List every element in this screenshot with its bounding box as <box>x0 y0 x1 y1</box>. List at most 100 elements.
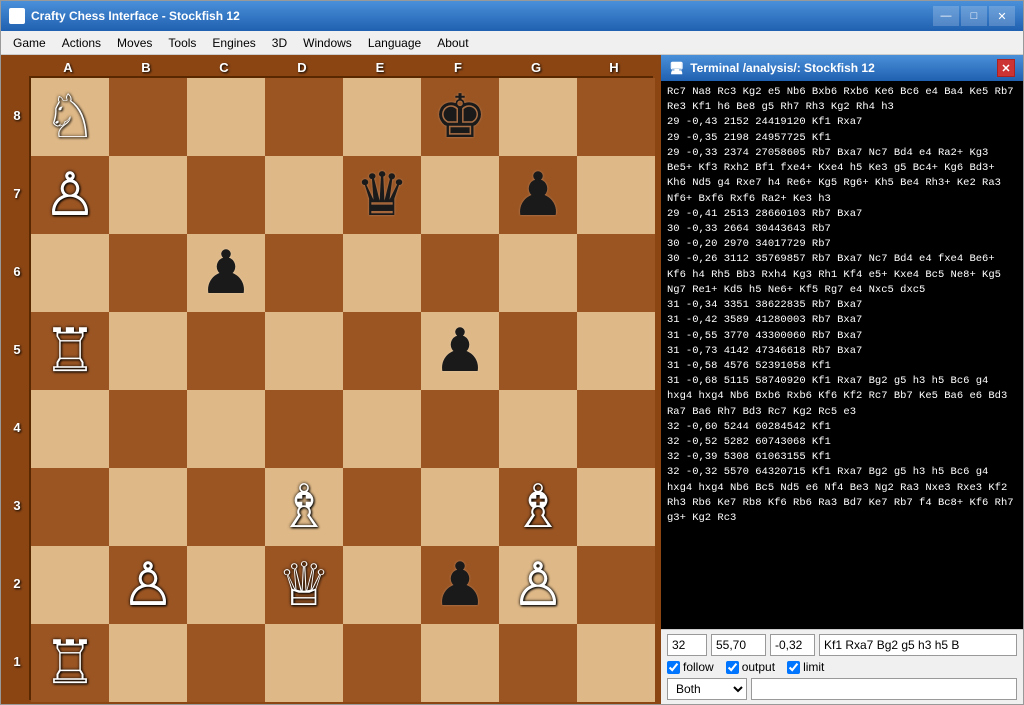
square-a7[interactable]: ♙ <box>31 156 109 234</box>
square-h2[interactable] <box>577 546 655 624</box>
white-piece-d2[interactable]: ♕ <box>277 555 331 615</box>
square-d5[interactable] <box>265 312 343 390</box>
square-f8[interactable]: ♚ <box>421 78 499 156</box>
square-b4[interactable] <box>109 390 187 468</box>
square-g7[interactable]: ♟ <box>499 156 577 234</box>
square-h4[interactable] <box>577 390 655 468</box>
menu-about[interactable]: About <box>429 34 476 52</box>
square-c2[interactable] <box>187 546 265 624</box>
maximize-button[interactable]: □ <box>961 6 987 26</box>
output-checkbox[interactable] <box>726 661 739 674</box>
square-a5[interactable]: ♖ <box>31 312 109 390</box>
follow-label[interactable]: follow <box>683 660 714 674</box>
both-select[interactable]: Both White Black <box>667 678 747 700</box>
square-c3[interactable] <box>187 468 265 546</box>
square-f4[interactable] <box>421 390 499 468</box>
square-c5[interactable] <box>187 312 265 390</box>
square-f6[interactable] <box>421 234 499 312</box>
square-g2[interactable]: ♙ <box>499 546 577 624</box>
square-h1[interactable] <box>577 624 655 702</box>
square-g6[interactable] <box>499 234 577 312</box>
square-b7[interactable] <box>109 156 187 234</box>
square-d7[interactable] <box>265 156 343 234</box>
coords-input[interactable] <box>711 634 766 656</box>
square-d6[interactable] <box>265 234 343 312</box>
square-g4[interactable] <box>499 390 577 468</box>
square-b5[interactable] <box>109 312 187 390</box>
square-h5[interactable] <box>577 312 655 390</box>
square-c4[interactable] <box>187 390 265 468</box>
square-c6[interactable]: ♟ <box>187 234 265 312</box>
black-piece-c6[interactable]: ♟ <box>199 243 253 303</box>
square-e3[interactable] <box>343 468 421 546</box>
move-input[interactable] <box>819 634 1017 656</box>
square-c8[interactable] <box>187 78 265 156</box>
white-piece-g3[interactable]: ♗ <box>511 477 565 537</box>
white-piece-b2[interactable]: ♙ <box>121 555 175 615</box>
extra-text-field[interactable] <box>751 678 1017 700</box>
score-input[interactable] <box>770 634 815 656</box>
square-e4[interactable] <box>343 390 421 468</box>
square-a8[interactable]: ♘ <box>31 78 109 156</box>
square-b8[interactable] <box>109 78 187 156</box>
square-a6[interactable] <box>31 234 109 312</box>
white-piece-a8[interactable]: ♘ <box>43 87 97 147</box>
white-piece-a7[interactable]: ♙ <box>43 165 97 225</box>
square-g1[interactable] <box>499 624 577 702</box>
square-f2[interactable]: ♟ <box>421 546 499 624</box>
square-d4[interactable] <box>265 390 343 468</box>
square-e7[interactable]: ♛ <box>343 156 421 234</box>
menu-engines[interactable]: Engines <box>204 34 263 52</box>
square-c1[interactable] <box>187 624 265 702</box>
close-button[interactable]: ✕ <box>989 6 1015 26</box>
square-e1[interactable] <box>343 624 421 702</box>
square-d1[interactable] <box>265 624 343 702</box>
square-f3[interactable] <box>421 468 499 546</box>
minimize-button[interactable]: — <box>933 6 959 26</box>
square-e2[interactable] <box>343 546 421 624</box>
square-b3[interactable] <box>109 468 187 546</box>
square-d8[interactable] <box>265 78 343 156</box>
menu-actions[interactable]: Actions <box>54 34 109 52</box>
depth-input[interactable] <box>667 634 707 656</box>
menu-windows[interactable]: Windows <box>295 34 360 52</box>
chessboard[interactable]: ♘ ♚ ♙ ♛ ♟ ♟ ♖ ♟ ♗ ♗ ♙ ♕ ♟ ♙ ♖ <box>29 76 653 700</box>
limit-checkbox[interactable] <box>787 661 800 674</box>
square-a1[interactable]: ♖ <box>31 624 109 702</box>
menu-tools[interactable]: Tools <box>160 34 204 52</box>
black-piece-g7[interactable]: ♟ <box>511 165 565 225</box>
square-h7[interactable] <box>577 156 655 234</box>
square-h3[interactable] <box>577 468 655 546</box>
black-piece-f8[interactable]: ♚ <box>433 87 487 147</box>
limit-label[interactable]: limit <box>803 660 824 674</box>
square-g8[interactable] <box>499 78 577 156</box>
square-c7[interactable] <box>187 156 265 234</box>
square-b6[interactable] <box>109 234 187 312</box>
black-piece-f2[interactable]: ♟ <box>433 555 487 615</box>
white-piece-a5[interactable]: ♖ <box>43 321 97 381</box>
square-e5[interactable] <box>343 312 421 390</box>
white-piece-d3[interactable]: ♗ <box>277 477 331 537</box>
black-piece-e7[interactable]: ♛ <box>355 165 409 225</box>
menu-3d[interactable]: 3D <box>264 34 295 52</box>
output-label[interactable]: output <box>742 660 775 674</box>
square-g3[interactable]: ♗ <box>499 468 577 546</box>
square-f7[interactable] <box>421 156 499 234</box>
square-b1[interactable] <box>109 624 187 702</box>
menu-game[interactable]: Game <box>5 34 54 52</box>
white-piece-a1[interactable]: ♖ <box>43 633 97 693</box>
square-b2[interactable]: ♙ <box>109 546 187 624</box>
black-piece-f5[interactable]: ♟ <box>433 321 487 381</box>
square-a2[interactable] <box>31 546 109 624</box>
square-a3[interactable] <box>31 468 109 546</box>
analysis-output[interactable]: Rc7 Na8 Rc3 Kg2 e5 Nb6 Bxb6 Rxb6 Ke6 Bc6… <box>661 81 1023 629</box>
menu-moves[interactable]: Moves <box>109 34 160 52</box>
square-h6[interactable] <box>577 234 655 312</box>
panel-close-button[interactable]: ✕ <box>997 59 1015 77</box>
menu-language[interactable]: Language <box>360 34 429 52</box>
white-piece-g2[interactable]: ♙ <box>511 555 565 615</box>
square-h8[interactable] <box>577 78 655 156</box>
square-e8[interactable] <box>343 78 421 156</box>
square-a4[interactable] <box>31 390 109 468</box>
square-e6[interactable] <box>343 234 421 312</box>
